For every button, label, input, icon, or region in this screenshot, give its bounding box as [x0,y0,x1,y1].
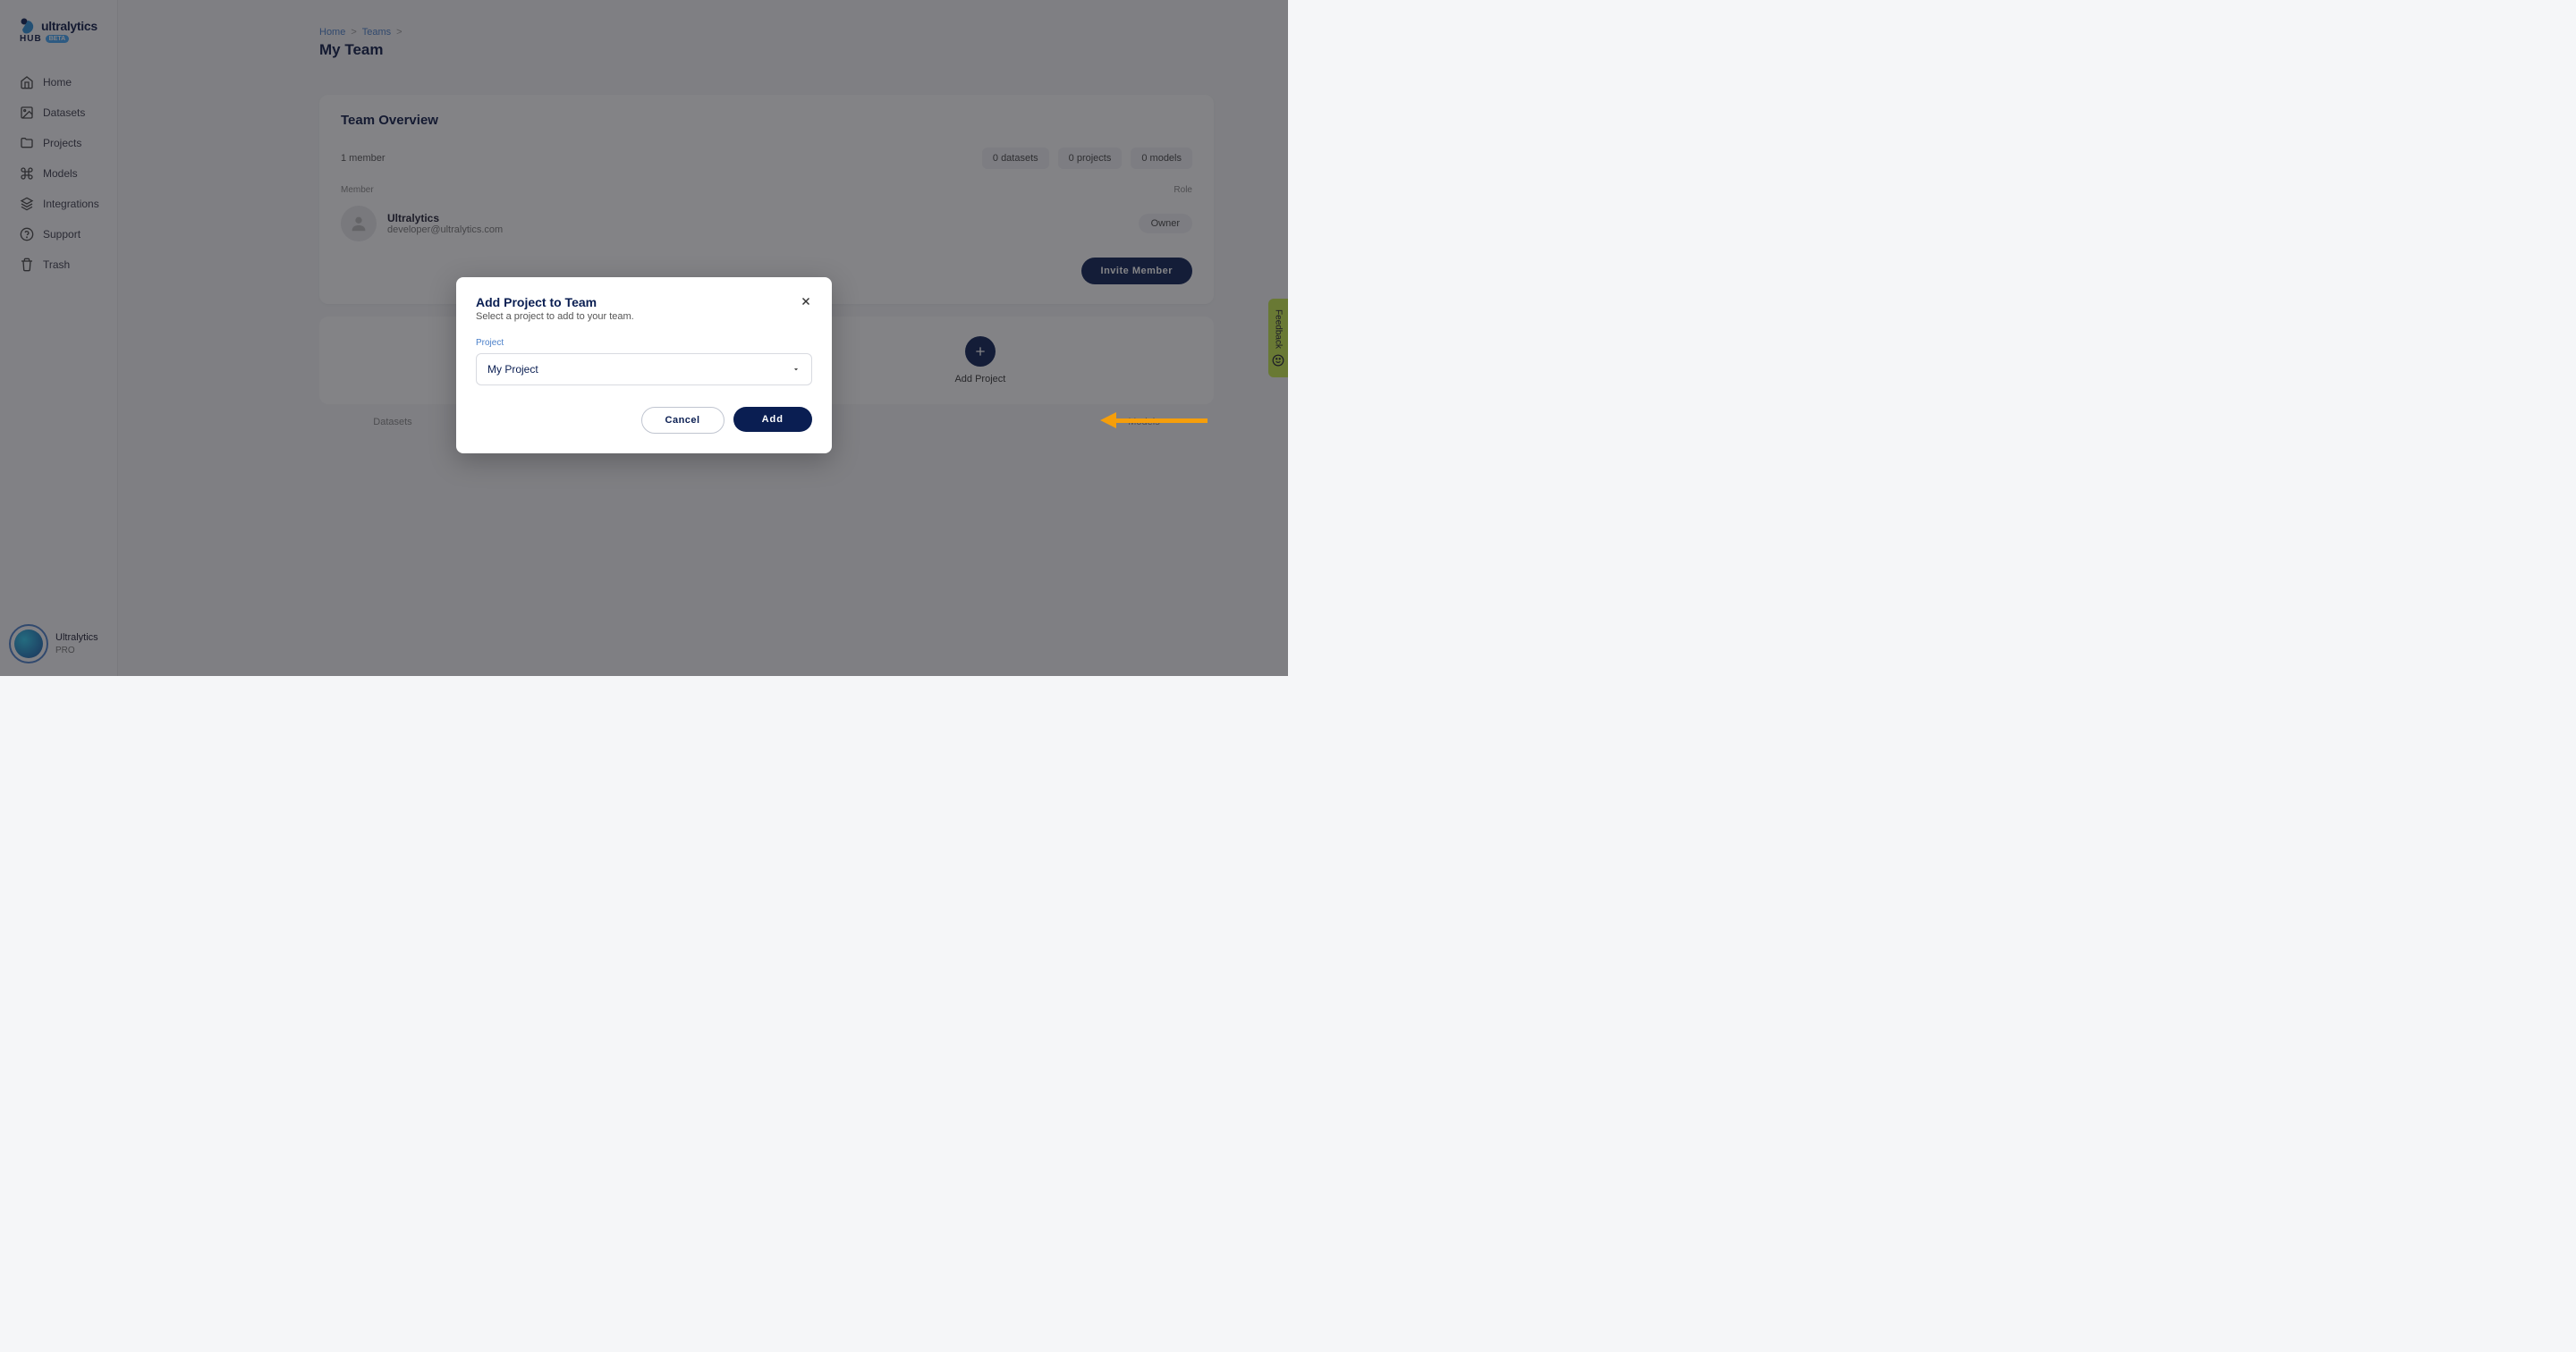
add-button[interactable]: Add [733,407,812,432]
chevron-down-icon [792,365,801,374]
project-select-value: My Project [487,363,538,376]
modal-overlay[interactable]: Add Project to Team Select a project to … [0,0,1288,676]
add-project-dialog: Add Project to Team Select a project to … [456,277,832,453]
close-button[interactable] [796,292,816,311]
close-icon [800,295,812,308]
dialog-title: Add Project to Team [476,295,812,309]
annotation-arrow [1100,413,1208,427]
dialog-subtitle: Select a project to add to your team. [476,311,812,322]
project-field-label: Project [476,338,812,348]
project-select[interactable]: My Project [476,353,812,385]
cancel-button[interactable]: Cancel [641,407,724,434]
